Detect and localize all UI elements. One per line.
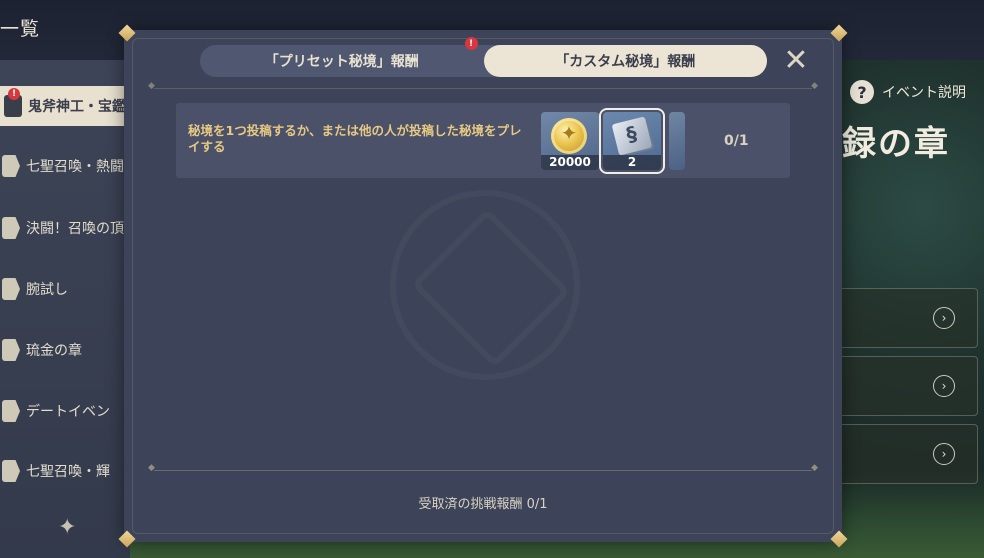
sidebar-item-label: 七聖召喚・輝 [26,464,110,480]
tab-label: 「カスタム秘境」報酬 [555,54,696,70]
emblem-watermark-icon [390,190,580,380]
event-icon [2,217,20,239]
divider [148,463,818,473]
event-card[interactable]: › [838,424,978,484]
event-icon [2,278,20,300]
reward-item-mora[interactable]: 20000 [541,112,599,170]
tab-preset-domain-rewards[interactable]: 「プリセット秘境」報酬 ! [200,37,484,77]
divider [148,81,818,91]
task-progress: 0/1 [724,133,749,149]
sidebar-item-event-5[interactable]: 琉金の章 [0,330,130,370]
sidebar-item-label: 決闘！召喚の頂 [26,221,124,237]
alert-badge-icon: ! [8,88,20,100]
event-card[interactable]: › [838,356,978,416]
book-item-icon [611,116,653,156]
event-sidebar: ! 鬼斧神工・宝鑑 七聖召喚・熱闘 決闘！召喚の頂 腕試し 琉金の章 デートイベ… [0,60,130,558]
reward-count: 2 [603,155,661,170]
sidebar-item-label: 鬼斧神工・宝鑑 [28,99,126,115]
event-help-button[interactable]: ? イベント説明 [850,80,966,104]
chevron-right-icon[interactable]: › [933,375,955,397]
tab-label: 「プリセット秘境」報酬 [264,54,419,70]
alert-badge-icon: ! [464,37,478,50]
sidebar-item-label: 琉金の章 [26,343,82,359]
star-ornament-icon: ✦ [58,515,77,540]
corner-ornament-icon [119,531,135,547]
sidebar-item-label: 腕試し [26,282,68,298]
page-title: 一覧 [0,18,41,40]
sidebar-item-event-2[interactable]: 七聖召喚・熱闘 [0,146,130,186]
chevron-right-icon[interactable]: › [933,443,955,465]
sidebar-item-label: デートイベン [26,404,110,420]
reward-count: 20000 [541,155,599,170]
reward-item-book[interactable]: 2 [599,108,665,174]
reward-tabs: 「プリセット秘境」報酬 ! 「カスタム秘境」報酬 [200,37,767,77]
sidebar-item-event-3[interactable]: 決闘！召喚の頂 [0,208,130,248]
event-help-label: イベント説明 [882,85,966,101]
mora-coin-icon [551,118,587,154]
corner-ornament-icon [119,25,135,41]
corner-ornament-icon [831,25,847,41]
close-button[interactable]: ✕ [782,46,810,76]
event-icon [2,460,20,482]
tab-custom-domain-rewards[interactable]: 「カスタム秘境」報酬 [483,45,767,77]
reward-modal: 「プリセット秘境」報酬 ! 「カスタム秘境」報酬 ✕ 秘境を1つ投稿するか、また… [124,30,842,542]
sidebar-item-event-6[interactable]: デートイベン [0,391,130,431]
chevron-right-icon[interactable]: › [933,307,955,329]
corner-ornament-icon [831,531,847,547]
event-card[interactable]: › [838,288,978,348]
reward-item-partial[interactable] [669,112,685,170]
question-icon: ? [850,80,874,104]
claimed-rewards-status: 受取済の挑戦報酬 0/1 [418,497,548,512]
sidebar-item-event-1[interactable]: ! 鬼斧神工・宝鑑 [0,86,130,126]
event-icon [2,400,20,422]
event-icon [2,339,20,361]
sidebar-item-label: 七聖召喚・熱闘 [26,159,124,175]
event-icon [2,155,20,177]
challenge-task-row: 秘境を1つ投稿するか、または他の人が投稿した秘境をプレイする 20000 2 0… [176,103,790,178]
sidebar-item-event-4[interactable]: 腕試し [0,269,130,309]
sidebar-item-event-7[interactable]: 七聖召喚・輝 [0,451,130,491]
event-title: 録の章 [842,124,950,164]
task-description: 秘境を1つ投稿するか、または他の人が投稿した秘境をプレイする [188,123,522,154]
